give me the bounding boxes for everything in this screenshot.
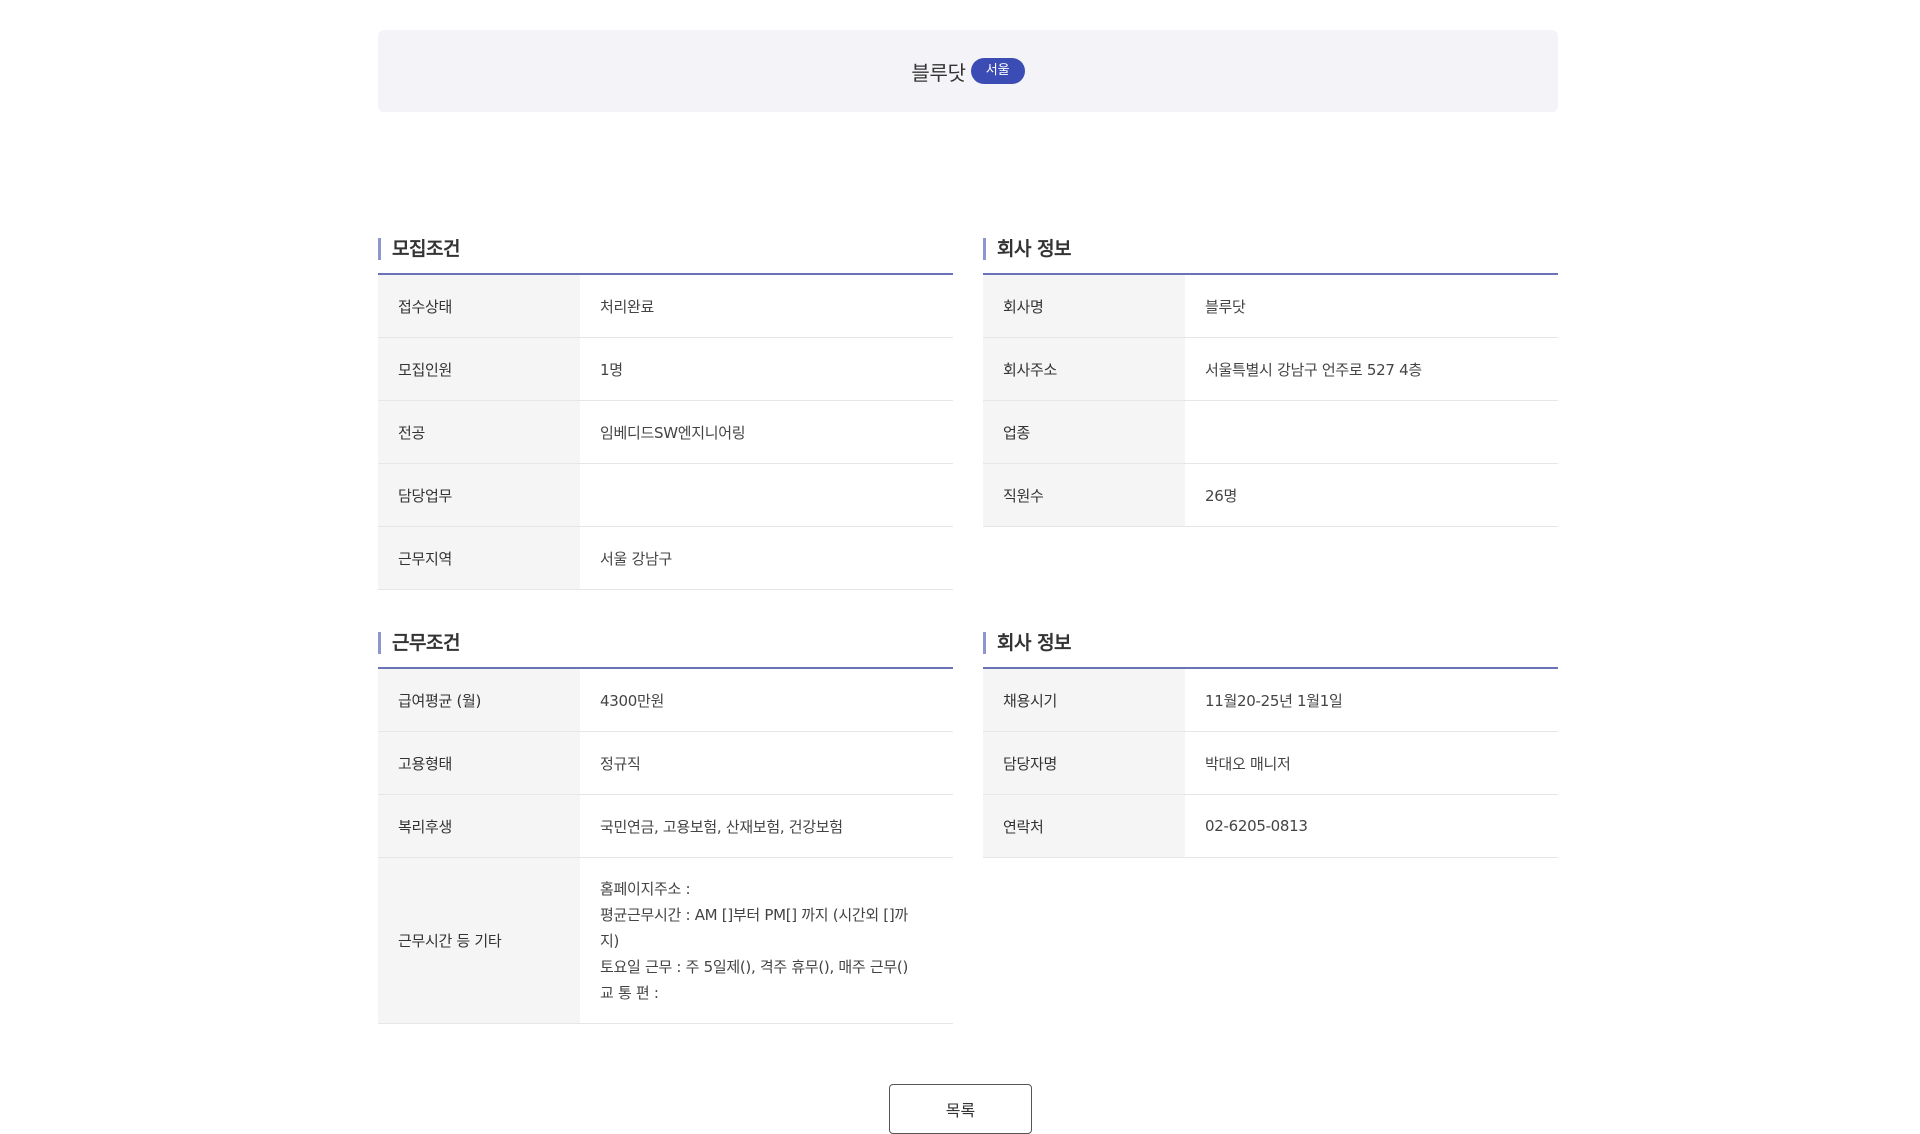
row-label: 직원수	[983, 464, 1185, 526]
section-title: 회사 정보	[997, 632, 1072, 654]
heading-accent-bar	[983, 238, 986, 260]
row-label: 회사명	[983, 275, 1185, 337]
row-label: 고용형태	[378, 732, 580, 794]
table-row: 채용시기 11월20-25년 1월1일	[983, 669, 1558, 732]
region-badge: 서울	[970, 58, 1025, 84]
table-row: 급여평균 (월) 4300만원	[378, 669, 953, 732]
job-title-bar: 블루닷 서울	[378, 30, 1558, 112]
text-line: 홈페이지주소 :	[600, 880, 691, 898]
row-value: 박대오 매니저	[1205, 754, 1291, 773]
section-heading: 근무조건	[378, 631, 953, 669]
row-value-multiline: 홈페이지주소 : 평균근무시간 : AM []부터 PM[] 까지 (시간외 […	[580, 858, 953, 1023]
section-title: 근무조건	[392, 632, 460, 654]
table-row: 직원수 26명	[983, 464, 1558, 527]
heading-accent-bar	[378, 632, 381, 654]
row-label: 접수상태	[378, 275, 580, 337]
row-value: 블루닷	[1205, 297, 1246, 316]
row-label: 업종	[983, 401, 1185, 463]
heading-accent-bar	[983, 632, 986, 654]
row-label: 모집인원	[378, 338, 580, 400]
table-row: 전공 임베디드SW엔지니어링	[378, 401, 953, 464]
section-title: 회사 정보	[997, 238, 1072, 260]
row-value: 임베디드SW엔지니어링	[600, 423, 746, 442]
text-line: 교 통 편 :	[600, 984, 659, 1002]
table-row: 업종	[983, 401, 1558, 464]
job-detail-container: 블루닷 서울 모집조건 접수상태 처리완료 모집인원 1명 전공 임베디드SW엔…	[378, 30, 1558, 1134]
heading-accent-bar	[378, 238, 381, 260]
row-label: 근무시간 등 기타	[378, 858, 580, 1023]
row-value: 4300만원	[600, 691, 664, 710]
table-row: 복리후생 국민연금, 고용보험, 산재보험, 건강보험	[378, 795, 953, 858]
recruit-section: 모집조건 접수상태 처리완료 모집인원 1명 전공 임베디드SW엔지니어링 담당…	[378, 237, 953, 590]
row-label: 담당자명	[983, 732, 1185, 794]
row-value: 정규직	[600, 754, 641, 773]
row-label: 복리후생	[378, 795, 580, 857]
row-value: 11월20-25년 1월1일	[1205, 691, 1343, 710]
table-row: 근무지역 서울 강남구	[378, 527, 953, 590]
section-heading: 회사 정보	[983, 237, 1558, 275]
table-row: 담당업무	[378, 464, 953, 527]
table-row: 회사명 블루닷	[983, 275, 1558, 338]
table-row: 회사주소 서울특별시 강남구 언주로 527 4층	[983, 338, 1558, 401]
row-label: 담당업무	[378, 464, 580, 526]
table-row: 고용형태 정규직	[378, 732, 953, 795]
table-row: 담당자명 박대오 매니저	[983, 732, 1558, 795]
row-value: 처리완료	[600, 297, 655, 316]
row-label: 연락처	[983, 795, 1185, 857]
list-button[interactable]: 목록	[889, 1084, 1032, 1134]
section-title: 모집조건	[392, 238, 460, 260]
row-label: 회사주소	[983, 338, 1185, 400]
table-row: 접수상태 처리완료	[378, 275, 953, 338]
row-label: 근무지역	[378, 527, 580, 589]
row-value: 26명	[1205, 486, 1237, 505]
table-row: 연락처 02-6205-0813	[983, 795, 1558, 858]
company-title: 블루닷	[911, 60, 966, 85]
row-label: 급여평균 (월)	[378, 669, 580, 731]
section-heading: 모집조건	[378, 237, 953, 275]
work-section: 근무조건 급여평균 (월) 4300만원 고용형태 정규직 복리후생 국민연금,…	[378, 631, 953, 1024]
row-value: 1명	[600, 360, 623, 379]
row-value	[1185, 401, 1558, 463]
text-line: 평균근무시간 : AM []부터 PM[] 까지 (시간외 []까	[600, 906, 908, 924]
text-line: 지)	[600, 932, 620, 950]
row-label: 전공	[378, 401, 580, 463]
text-line: 토요일 근무 : 주 5일제(), 격주 휴무(), 매주 근무()	[600, 958, 908, 976]
contact-section: 회사 정보 채용시기 11월20-25년 1월1일 담당자명 박대오 매니저 연…	[983, 631, 1558, 858]
table-row: 모집인원 1명	[378, 338, 953, 401]
table-row: 근무시간 등 기타 홈페이지주소 : 평균근무시간 : AM []부터 PM[]…	[378, 858, 953, 1024]
row-label: 채용시기	[983, 669, 1185, 731]
row-value: 서울 강남구	[600, 549, 672, 568]
row-value	[580, 464, 953, 526]
section-heading: 회사 정보	[983, 631, 1558, 669]
row-value: 국민연금, 고용보험, 산재보험, 건강보험	[600, 817, 843, 836]
row-value: 02-6205-0813	[1205, 817, 1308, 835]
company-section: 회사 정보 회사명 블루닷 회사주소 서울특별시 강남구 언주로 527 4층 …	[983, 237, 1558, 527]
row-value: 서울특별시 강남구 언주로 527 4층	[1205, 360, 1422, 379]
